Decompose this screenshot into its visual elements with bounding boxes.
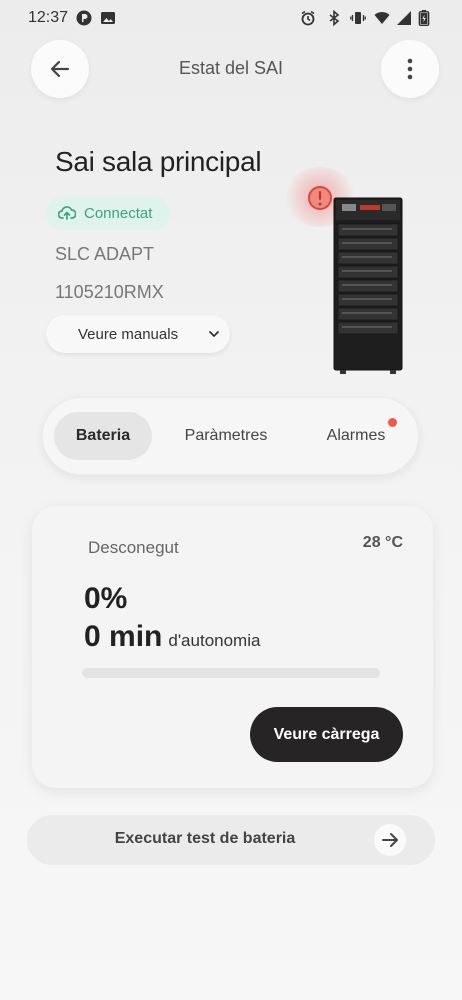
cloud-upload-icon (58, 206, 76, 220)
autonomy-row: 0 min d'autonomia (84, 620, 260, 654)
run-battery-test-label: Executar test de bateria (114, 830, 296, 847)
wifi-icon (374, 12, 390, 24)
view-charge-button[interactable]: Veure càrrega (250, 707, 403, 762)
ups-tower-image (333, 197, 403, 374)
status-time: 12:37 (28, 9, 69, 26)
tab-alarms[interactable]: Alarmes (311, 412, 401, 460)
battery-progress-bar (82, 668, 380, 678)
p-app-icon (76, 10, 92, 26)
device-serial: 1105210RMX (55, 282, 164, 302)
chevron-down-icon (209, 331, 219, 337)
test-arrow-circle (374, 824, 406, 856)
alarm-icon (301, 10, 315, 26)
manuals-dropdown-label: Veure manuals (78, 325, 179, 343)
alarms-notification-dot (388, 418, 397, 427)
connection-status-label: Connectat (84, 204, 153, 222)
device-name: Sai sala principal (55, 146, 262, 177)
more-options-button[interactable] (381, 40, 439, 98)
manuals-dropdown[interactable]: Veure manuals (46, 315, 230, 353)
tab-bar: Bateria Paràmetres Alarmes (42, 397, 419, 475)
battery-charging-icon (418, 10, 430, 26)
autonomy-value: 0 min (84, 620, 163, 653)
more-vertical-icon (407, 58, 413, 80)
tab-battery[interactable]: Bateria (54, 412, 152, 460)
bluetooth-icon (329, 10, 340, 26)
battery-temperature: 28 °C (362, 534, 403, 551)
battery-state: Desconegut (88, 538, 179, 557)
run-battery-test-button[interactable]: Executar test de bateria (27, 815, 435, 865)
autonomy-label: d'autonomia (168, 631, 261, 650)
tab-parameters[interactable]: Paràmetres (170, 412, 282, 460)
status-bar: 12:37 (0, 0, 462, 36)
vibrate-icon (350, 12, 366, 24)
image-icon (101, 12, 115, 24)
connection-status-badge: Connectat (46, 196, 170, 230)
signal-icon (397, 11, 411, 25)
device-model: SLC ADAPT (55, 244, 155, 264)
alert-circle-icon[interactable] (304, 182, 336, 214)
battery-card: Desconegut 28 °C 0% 0 min d'autonomia Ve… (32, 506, 433, 788)
battery-percent: 0% (84, 582, 128, 615)
arrow-right-icon (382, 833, 398, 847)
